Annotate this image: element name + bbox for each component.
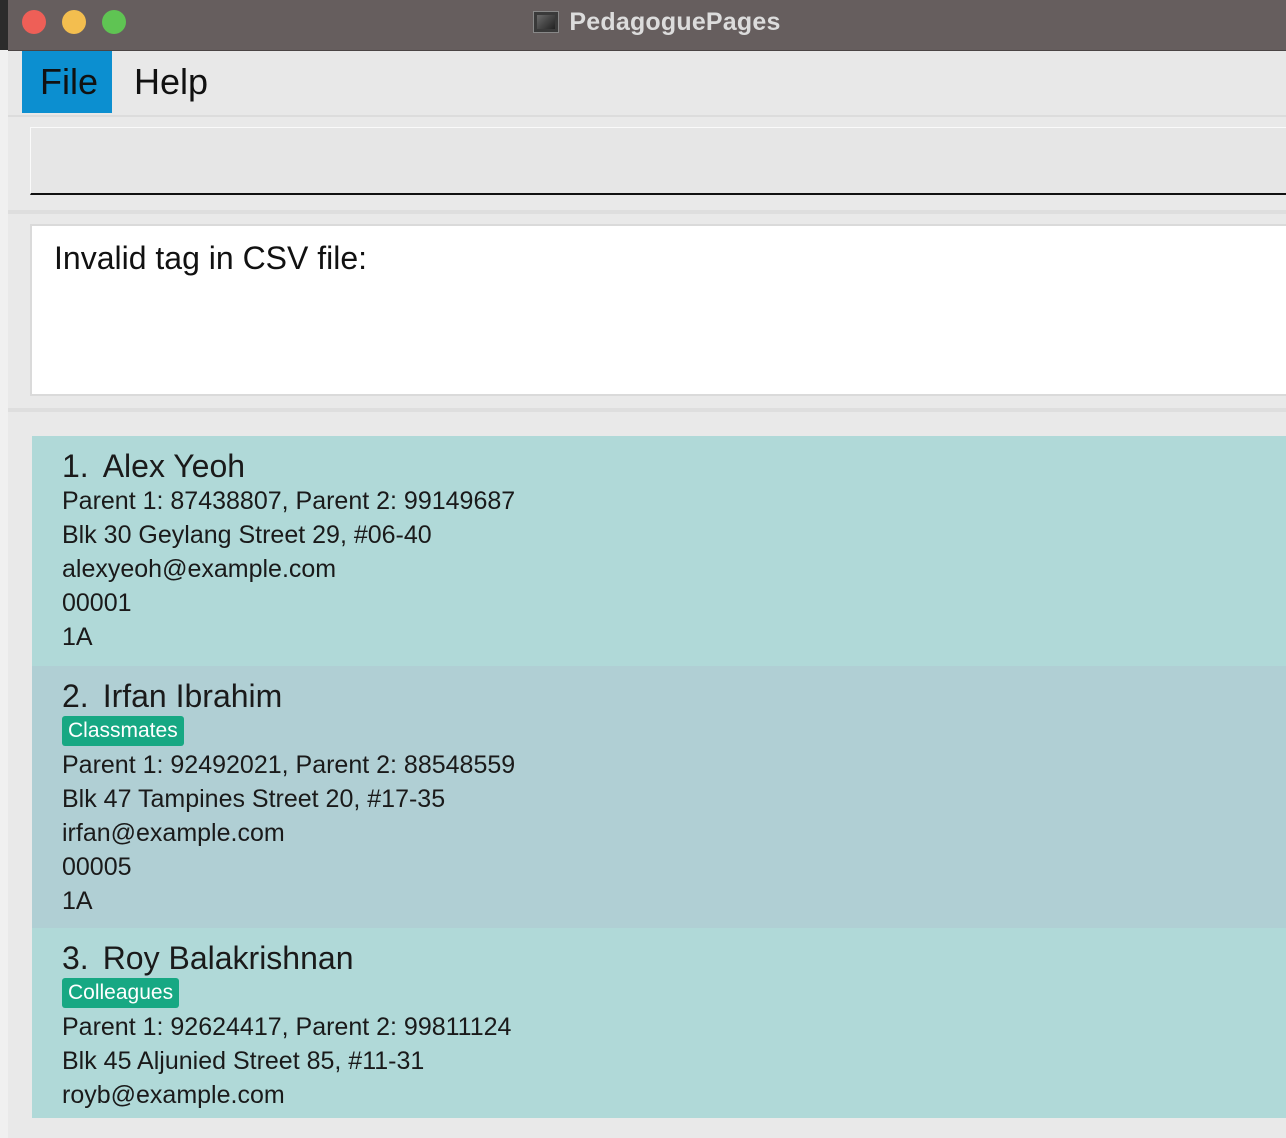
menu-bar: File Help xyxy=(8,51,1286,117)
contact-name-row: 3. Roy Balakrishnan xyxy=(62,940,1256,976)
result-message: Invalid tag in CSV file: xyxy=(54,240,368,276)
app-window: PedagoguePages File Help Invalid tag in … xyxy=(8,0,1286,1138)
contact-email: royb@example.com xyxy=(62,1081,285,1109)
contact-class: 1A xyxy=(62,887,93,915)
contact-card[interactable]: 1. Alex Yeoh Parent 1: 87438807, Parent 2… xyxy=(32,436,1286,666)
contact-email: alexyeoh@example.com xyxy=(62,555,337,583)
contact-index: 1. xyxy=(62,448,89,484)
contact-card[interactable]: 2. Irfan Ibrahim Classmates Parent 1: 924… xyxy=(32,666,1286,928)
contact-phones: Parent 1: 92492021, Parent 2: 88548559 xyxy=(62,751,516,779)
contact-card[interactable]: 3. Roy Balakrishnan Colleagues Parent 1: … xyxy=(32,928,1286,1118)
app-icon xyxy=(533,11,560,33)
contact-phones: Parent 1: 87438807, Parent 2: 99149687 xyxy=(62,487,516,515)
contact-id: 00001 xyxy=(62,589,132,617)
divider xyxy=(8,408,1286,412)
divider xyxy=(8,210,1286,214)
contact-index: 3. xyxy=(62,940,89,976)
menu-help[interactable]: Help xyxy=(116,51,226,113)
menu-file[interactable]: File xyxy=(22,51,112,113)
contact-name: Alex Yeoh xyxy=(102,448,246,484)
title-bar[interactable]: PedagoguePages xyxy=(8,0,1286,51)
contact-name: Irfan Ibrahim xyxy=(102,678,283,714)
contact-id: 00005 xyxy=(62,853,132,881)
contact-class: 1A xyxy=(62,623,93,651)
contact-tag: Classmates xyxy=(62,716,184,746)
contact-address: Blk 30 Geylang Street 29, #06-40 xyxy=(62,521,432,549)
command-input[interactable] xyxy=(30,127,1286,195)
contact-address: Blk 45 Aljunied Street 85, #11-31 xyxy=(62,1047,425,1075)
contact-tag: Colleagues xyxy=(62,978,180,1008)
window-title: PedagoguePages xyxy=(569,7,781,36)
window-title-group: PedagoguePages xyxy=(8,0,1286,44)
contact-phones: Parent 1: 92624417, Parent 2: 99811124 xyxy=(62,1013,512,1041)
result-display: Invalid tag in CSV file: xyxy=(30,224,1286,396)
contact-email: irfan@example.com xyxy=(62,819,285,847)
contact-name: Roy Balakrishnan xyxy=(102,940,354,976)
contact-address: Blk 47 Tampines Street 20, #17-35 xyxy=(62,785,446,813)
contact-index: 2. xyxy=(62,678,89,714)
desktop-background xyxy=(0,50,8,1138)
contact-name-row: 1. Alex Yeoh xyxy=(62,448,1256,484)
contact-list[interactable]: 1. Alex Yeoh Parent 1: 87438807, Parent 2… xyxy=(32,436,1286,1118)
contact-name-row: 2. Irfan Ibrahim xyxy=(62,678,1256,714)
